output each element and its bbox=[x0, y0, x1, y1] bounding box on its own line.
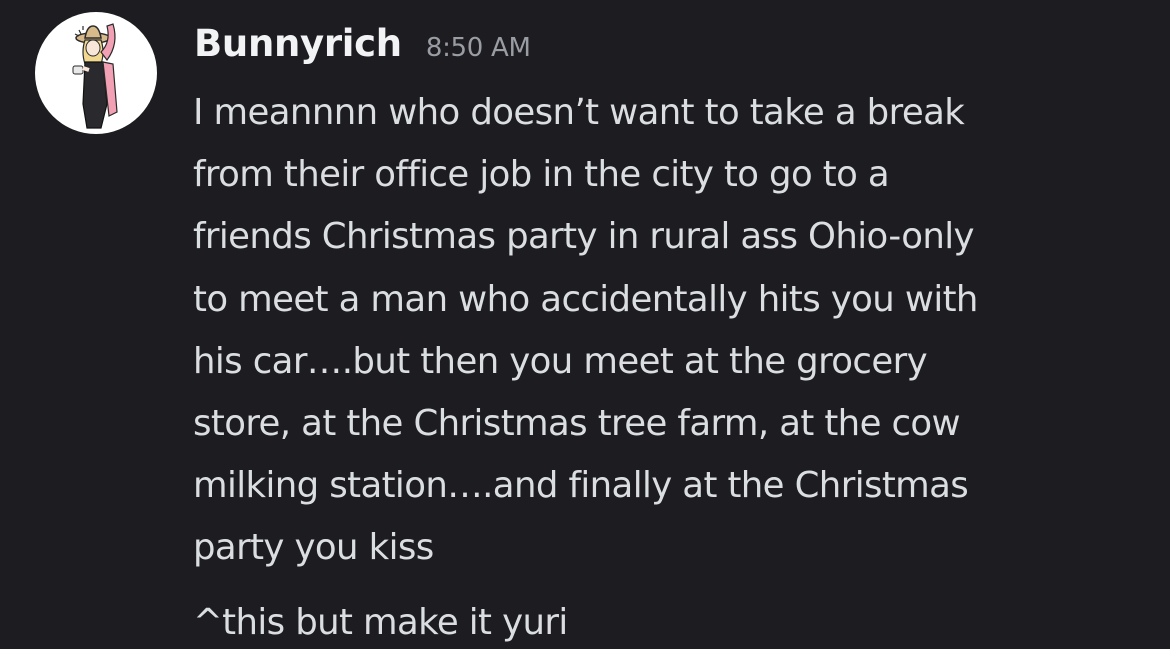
message-content: I meannnn who doesn’t want to take a bre… bbox=[193, 82, 1153, 580]
message-line: party you kiss bbox=[193, 527, 434, 569]
message-line: milking station….and finally at the Chri… bbox=[193, 465, 969, 507]
avatar-illustration bbox=[72, 23, 118, 129]
message-line: to meet a man who accidentally hits you … bbox=[193, 278, 978, 320]
message-header: Bunnyrich 8:50 AM bbox=[194, 22, 531, 72]
message-line: his car….but then you meet at the grocer… bbox=[193, 340, 928, 382]
username[interactable]: Bunnyrich bbox=[194, 22, 402, 65]
message-line: I meannnn who doesn’t want to take a bre… bbox=[193, 92, 965, 133]
message-line: store, at the Christmas tree farm, at th… bbox=[193, 403, 961, 445]
message-line: from their office job in the city to go … bbox=[193, 154, 890, 196]
user-avatar-icon[interactable] bbox=[35, 12, 157, 134]
timestamp: 8:50 AM bbox=[425, 33, 531, 63]
chat-message: Bunnyrich 8:50 AM I meannnn who doesn’t … bbox=[0, 0, 1170, 649]
followup-message: ^this but make it yuri bbox=[193, 602, 568, 643]
message-line: friends Christmas party in rural ass Ohi… bbox=[193, 216, 975, 258]
